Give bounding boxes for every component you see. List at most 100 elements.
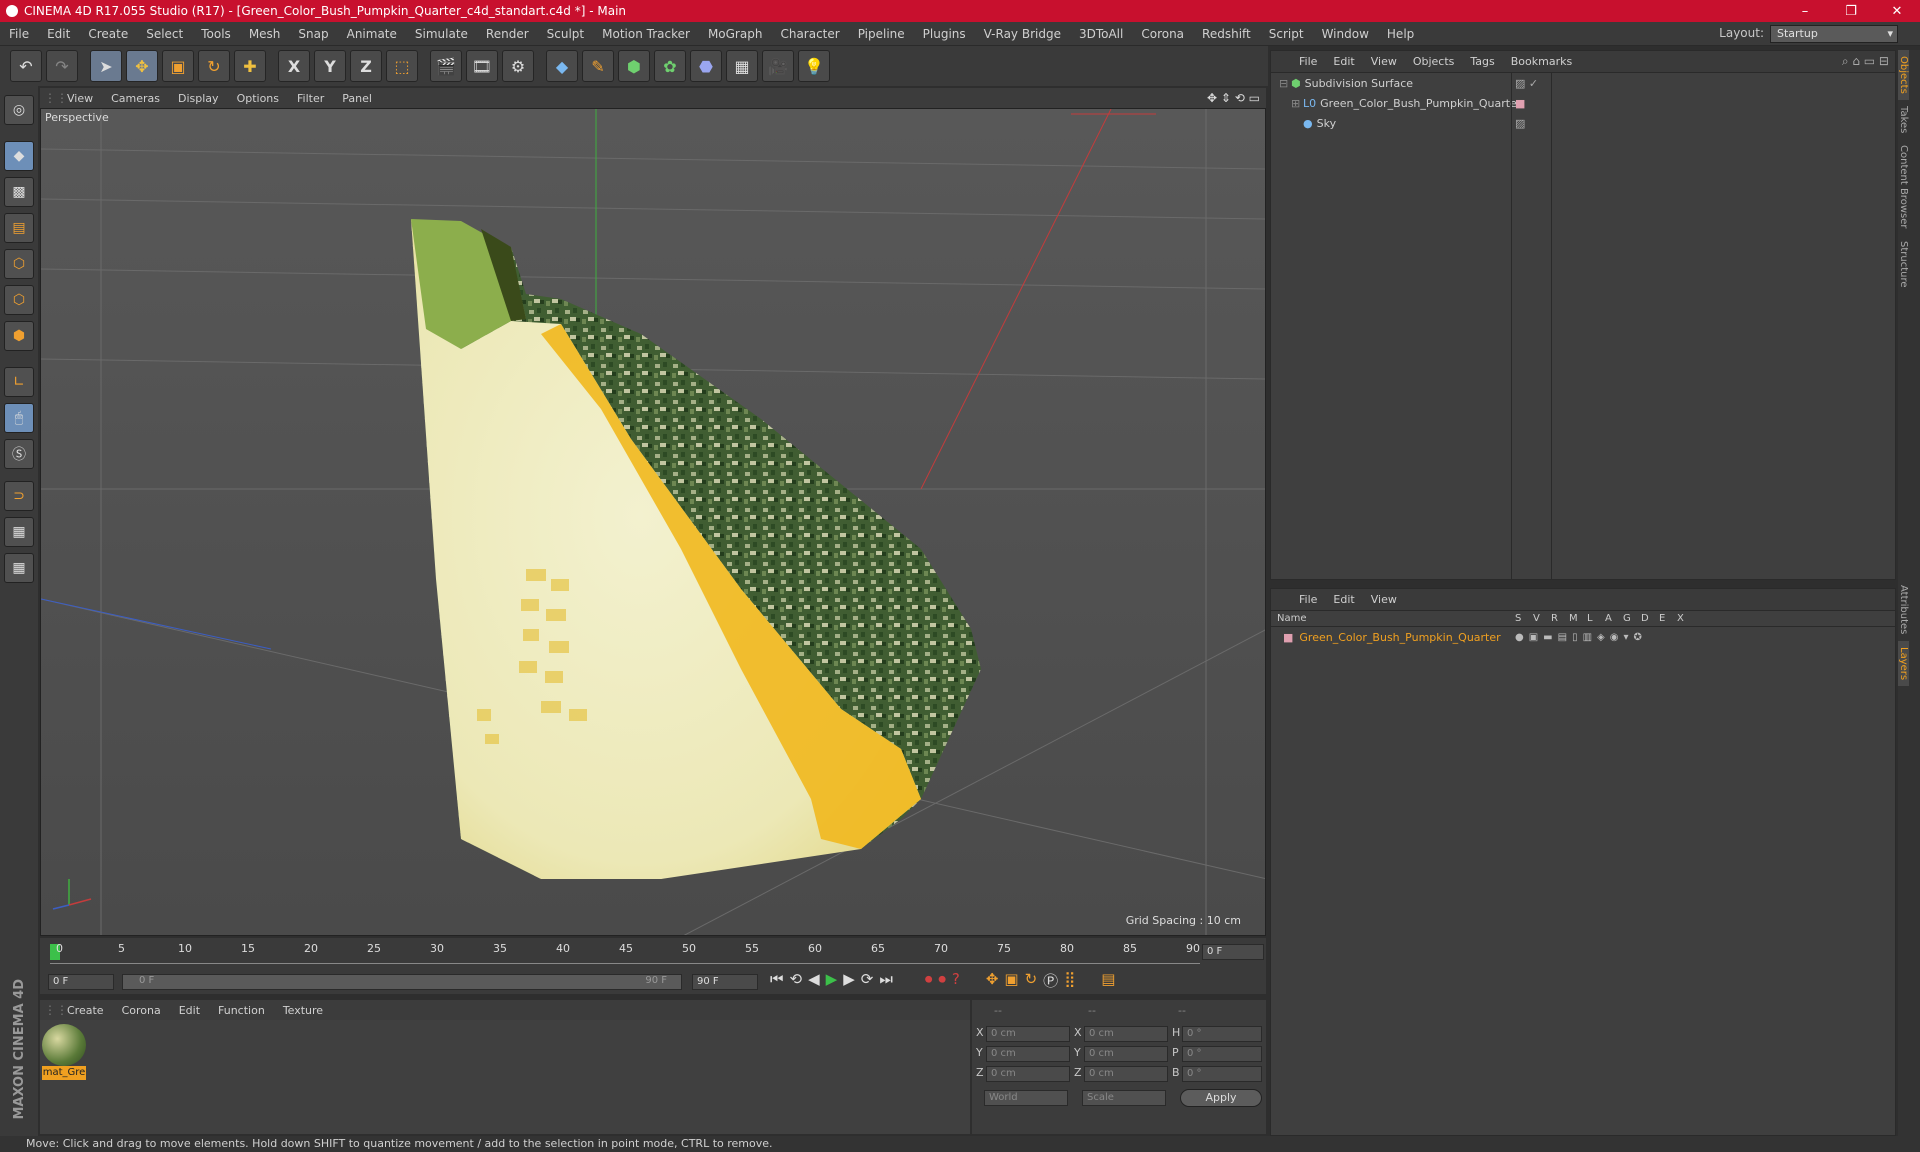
om-menu-view[interactable]: View: [1363, 55, 1405, 68]
axis-y-button[interactable]: Y: [314, 50, 346, 82]
workplane-align-button[interactable]: ▦: [4, 553, 34, 583]
menu-character[interactable]: Character: [771, 27, 848, 41]
snap-button[interactable]: Ⓢ: [4, 439, 34, 469]
transform-tool-button[interactable]: ✚: [234, 50, 266, 82]
coordinate-system-button[interactable]: ⬚: [386, 50, 418, 82]
menu-pipeline[interactable]: Pipeline: [849, 27, 914, 41]
object-flags[interactable]: ▨: [1515, 117, 1525, 130]
lm-menu-edit[interactable]: Edit: [1325, 593, 1362, 606]
vp-menu-filter[interactable]: Filter: [288, 92, 333, 105]
vp-menu-panel[interactable]: Panel: [333, 92, 381, 105]
go-to-end-button[interactable]: ⏭: [879, 970, 893, 991]
pos-y-field[interactable]: 0 cm: [986, 1046, 1070, 1062]
viewport-nav-icons[interactable]: ✥ ⇕ ⟲ ▭: [1207, 91, 1260, 105]
range-slider[interactable]: 0 F 90 F: [122, 974, 682, 990]
menu-render[interactable]: Render: [477, 27, 538, 41]
current-frame-field[interactable]: 0 F: [1202, 944, 1264, 960]
size-z-field[interactable]: 0 cm: [1084, 1066, 1168, 1082]
next-frame-button[interactable]: ▶: [843, 970, 855, 991]
layer-color-swatch[interactable]: ■: [1283, 631, 1293, 644]
om-search-home-icons[interactable]: ⌕ ⌂ ▭ ⊟: [1842, 54, 1889, 69]
coord-scale-select[interactable]: Scale: [1082, 1090, 1166, 1106]
menu-snap[interactable]: Snap: [289, 27, 337, 41]
close-button[interactable]: ✕: [1874, 0, 1920, 22]
menu-motion-tracker[interactable]: Motion Tracker: [593, 27, 699, 41]
workplane-lock-button[interactable]: ▦: [4, 517, 34, 547]
minimize-button[interactable]: –: [1782, 0, 1828, 22]
pos-z-field[interactable]: 0 cm: [986, 1066, 1070, 1082]
dock-tab-takes[interactable]: Takes: [1898, 100, 1909, 139]
mat-menu-function[interactable]: Function: [209, 1004, 274, 1017]
key-pla-button[interactable]: ⣿: [1064, 970, 1075, 991]
lm-menu-view[interactable]: View: [1363, 593, 1405, 606]
menu-simulate[interactable]: Simulate: [406, 27, 477, 41]
vp-menu-display[interactable]: Display: [169, 92, 228, 105]
layer-color-tag[interactable]: ■: [1515, 97, 1525, 110]
menu-create[interactable]: Create: [79, 27, 137, 41]
layout-select[interactable]: Startup ▾: [1770, 25, 1898, 43]
layer-toggles[interactable]: ●▣▬▤▯▥◈◉▾✪: [1515, 632, 1647, 643]
vp-menu-options[interactable]: Options: [228, 92, 288, 105]
texture-mode-button[interactable]: ▩: [4, 177, 34, 207]
camera-button[interactable]: 🎥: [762, 50, 794, 82]
floor-button[interactable]: ▦: [726, 50, 758, 82]
object-row[interactable]: ⊟ ⬢ Subdivision Surface ▨ ✓: [1271, 73, 1895, 93]
menu-corona[interactable]: Corona: [1132, 27, 1193, 41]
menu-mesh[interactable]: Mesh: [240, 27, 290, 41]
coord-mode-select[interactable]: World: [984, 1090, 1068, 1106]
keyframe-help-button[interactable]: ?: [952, 970, 960, 991]
dock-tab-structure[interactable]: Structure: [1898, 235, 1909, 294]
menu-select[interactable]: Select: [137, 27, 192, 41]
restore-button[interactable]: ❐: [1828, 0, 1874, 22]
vp-menu-view[interactable]: View: [58, 92, 102, 105]
menu-tools[interactable]: Tools: [192, 27, 240, 41]
object-flags[interactable]: ▨ ✓: [1515, 77, 1538, 90]
render-picture-viewer-button[interactable]: 🎞: [466, 50, 498, 82]
workplane-mode-button[interactable]: ▤: [4, 213, 34, 243]
om-menu-bookmarks[interactable]: Bookmarks: [1503, 55, 1580, 68]
menu-vray-bridge[interactable]: V-Ray Bridge: [975, 27, 1070, 41]
subdivision-button[interactable]: ⬢: [618, 50, 650, 82]
lm-menu-file[interactable]: File: [1291, 593, 1325, 606]
rotate-tool-button[interactable]: ↻: [198, 50, 230, 82]
undo-button[interactable]: ↶: [10, 50, 42, 82]
menu-sculpt[interactable]: Sculpt: [538, 27, 593, 41]
axis-z-button[interactable]: Z: [350, 50, 382, 82]
om-menu-file[interactable]: File: [1291, 55, 1325, 68]
record-button[interactable]: ⏺: [925, 970, 933, 991]
menu-help[interactable]: Help: [1378, 27, 1423, 41]
scale-tool-button[interactable]: ▣: [162, 50, 194, 82]
apply-button[interactable]: Apply: [1180, 1089, 1262, 1107]
move-tool-button[interactable]: ✥: [126, 50, 158, 82]
light-button[interactable]: 💡: [798, 50, 830, 82]
render-settings-button[interactable]: ⚙: [502, 50, 534, 82]
model-mode-button[interactable]: ◆: [4, 141, 34, 171]
mat-menu-edit[interactable]: Edit: [170, 1004, 209, 1017]
menu-mograph[interactable]: MoGraph: [699, 27, 772, 41]
key-rotation-button[interactable]: ↻: [1025, 970, 1038, 991]
render-view-button[interactable]: 🎬: [430, 50, 462, 82]
object-row[interactable]: ⊞ L0 Green_Color_Bush_Pumpkin_Quarter ■: [1271, 93, 1895, 113]
timeline-window-button[interactable]: ▤: [1101, 970, 1115, 991]
rot-h-field[interactable]: 0 °: [1182, 1026, 1262, 1042]
dock-tab-attributes[interactable]: Attributes: [1898, 579, 1909, 640]
end-frame-field[interactable]: 90 F: [692, 974, 758, 990]
menu-3dtoall[interactable]: 3DToAll: [1070, 27, 1132, 41]
menu-animate[interactable]: Animate: [338, 27, 406, 41]
cloner-button[interactable]: ✿: [654, 50, 686, 82]
live-select-button[interactable]: ➤: [90, 50, 122, 82]
rot-p-field[interactable]: 0 °: [1182, 1046, 1262, 1062]
viewport[interactable]: Perspective Grid Spacing : 10 cm: [40, 108, 1266, 936]
key-position-button[interactable]: ✥: [986, 970, 999, 991]
next-key-button[interactable]: ⟳: [861, 970, 874, 991]
dock-tab-content-browser[interactable]: Content Browser: [1898, 139, 1909, 234]
dock-tab-layers[interactable]: Layers: [1898, 640, 1909, 686]
pos-x-field[interactable]: 0 cm: [986, 1026, 1070, 1042]
autokey-button[interactable]: ⏺: [938, 970, 946, 991]
menu-plugins[interactable]: Plugins: [914, 27, 975, 41]
menu-file[interactable]: File: [0, 27, 38, 41]
mat-menu-corona[interactable]: Corona: [113, 1004, 170, 1017]
start-frame-field[interactable]: 0 F: [48, 974, 114, 990]
menu-edit[interactable]: Edit: [38, 27, 79, 41]
menu-redshift[interactable]: Redshift: [1193, 27, 1260, 41]
